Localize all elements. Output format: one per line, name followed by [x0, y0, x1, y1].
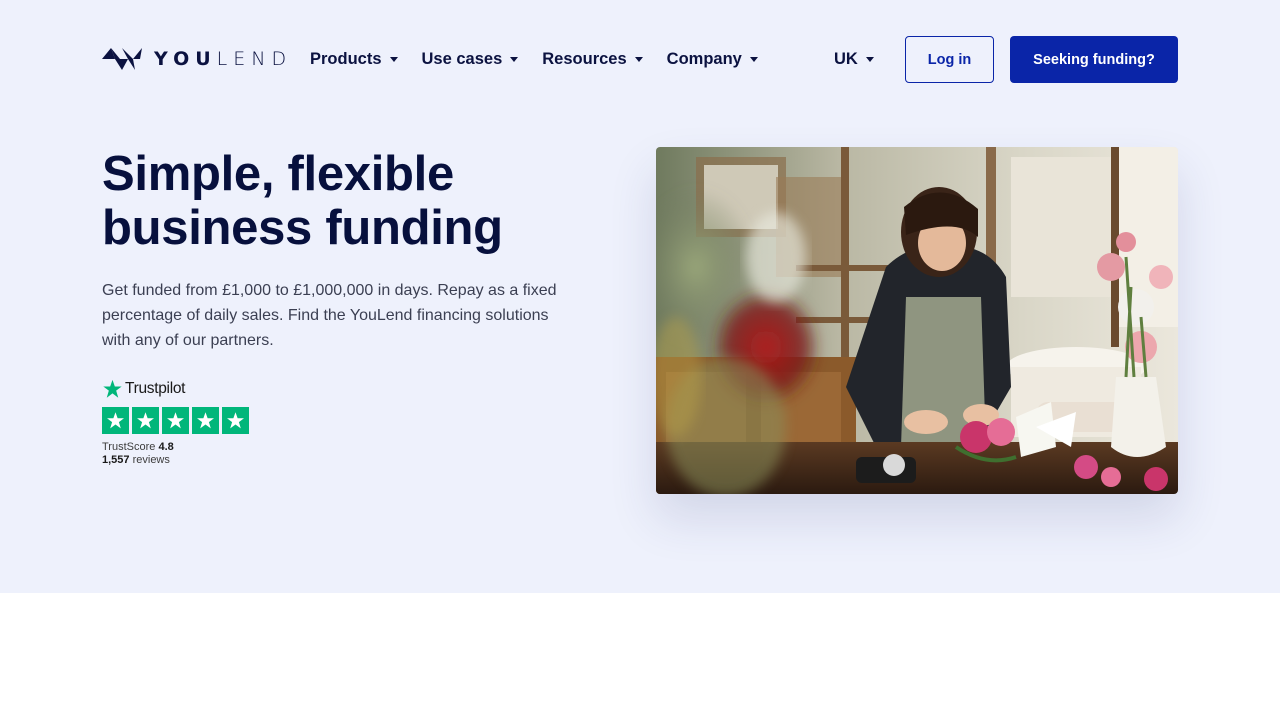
- hero-headline-line1: Simple, flexible: [102, 147, 454, 201]
- nav-use-cases[interactable]: Use cases: [422, 50, 519, 69]
- trustpilot-reviews-count: 1,557: [102, 454, 130, 466]
- hero-headline-line2: business funding: [102, 201, 503, 255]
- login-button[interactable]: Log in: [905, 36, 994, 83]
- trustpilot-brand: Trustpilot: [102, 378, 262, 400]
- hero-photo-illustration: [656, 147, 1178, 494]
- nav-products-label: Products: [310, 49, 382, 68]
- trustpilot-reviews: 1,557 reviews: [102, 454, 262, 467]
- caret-down-icon: [389, 56, 398, 62]
- logo-wordmark: YOULEND: [154, 48, 292, 70]
- star-icon: [192, 407, 219, 434]
- trustpilot-brand-label: Trustpilot: [125, 380, 186, 397]
- caret-down-icon: [865, 56, 874, 62]
- logo-wordmark-you: YOU: [154, 48, 217, 70]
- nav-products[interactable]: Products: [310, 50, 398, 69]
- nav-use-cases-label: Use cases: [421, 49, 503, 68]
- nav-resources-label: Resources: [542, 49, 627, 68]
- caret-down-icon: [634, 56, 643, 62]
- trustpilot-score-label: TrustScore: [102, 441, 156, 453]
- star-icon: [162, 407, 189, 434]
- hero-photo-florist: [656, 147, 1178, 494]
- region-selector[interactable]: UK: [834, 48, 874, 70]
- star-icon: [222, 407, 249, 434]
- caret-down-icon: [510, 56, 519, 62]
- nav-company[interactable]: Company: [667, 50, 758, 69]
- trustpilot-reviews-label: reviews: [132, 454, 170, 466]
- logo-wordmark-lend: LEND: [216, 48, 293, 70]
- youlend-logo-icon: [102, 48, 142, 70]
- trustpilot-star-icon: [103, 379, 122, 398]
- main-nav: Products Use cases Resources Company: [310, 48, 782, 70]
- hero-subtext: Get funded from £1,000 to £1,000,000 in …: [102, 282, 557, 349]
- nav-resources[interactable]: Resources: [542, 49, 643, 69]
- youlend-logo[interactable]: YOULEND: [102, 45, 292, 73]
- trustpilot-stars: [102, 407, 262, 434]
- trustpilot-score: TrustScore 4.8: [102, 441, 262, 454]
- caret-down-icon: [749, 56, 758, 62]
- trustpilot-score-value: 4.8: [158, 441, 174, 453]
- star-icon: [132, 407, 159, 434]
- hero-headline: Simple, flexible business funding: [102, 147, 572, 255]
- star-icon: [102, 407, 129, 434]
- trustpilot-widget[interactable]: Trustpilot TrustScore 4.8 1,557 reviews: [102, 378, 262, 467]
- nav-company-label: Company: [666, 49, 742, 68]
- region-label: UK: [834, 49, 858, 68]
- seeking-funding-button[interactable]: Seeking funding?: [1010, 36, 1178, 83]
